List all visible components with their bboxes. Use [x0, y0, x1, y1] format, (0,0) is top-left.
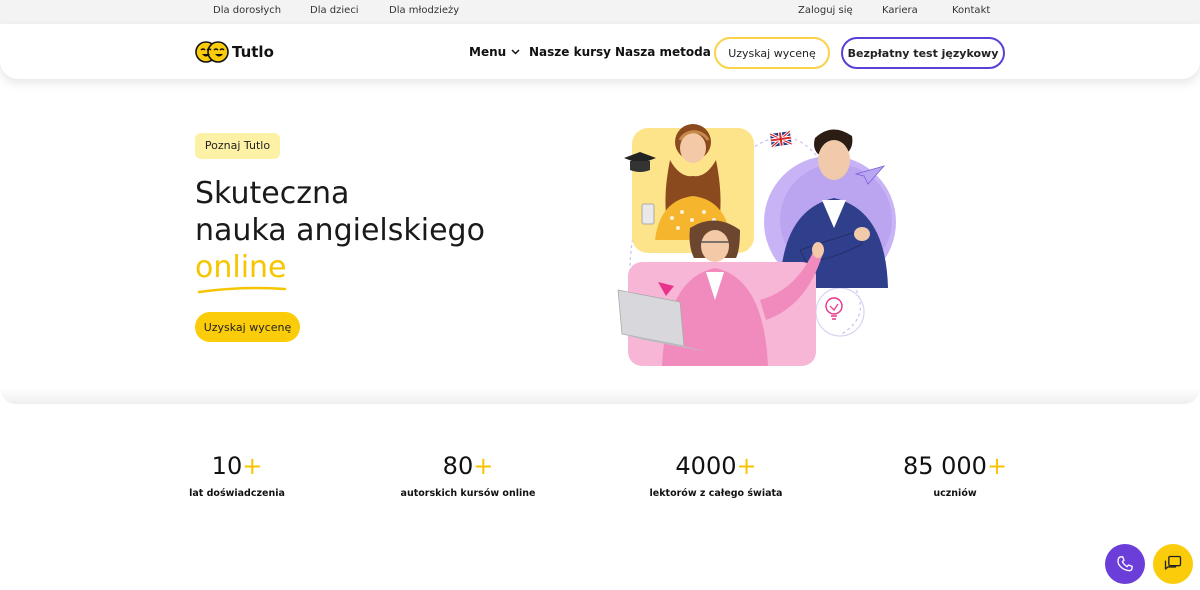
chevron-down-icon [511, 47, 520, 58]
chat-button[interactable] [1153, 544, 1193, 584]
chat-icon [1164, 555, 1182, 570]
get-quote-button[interactable]: Uzyskaj wycenę [714, 37, 830, 69]
hero-get-quote-button[interactable]: Uzyskaj wycenę [195, 312, 300, 342]
nav-menu[interactable]: Menu [469, 45, 520, 59]
logo[interactable]: Tutlo [195, 41, 274, 63]
hero-title-line2: nauka angielskiego [195, 213, 485, 248]
intro-badge: Poznaj Tutlo [195, 133, 280, 159]
nav-our-courses[interactable]: Nasze kursy [529, 45, 611, 59]
stat-label: uczniów [933, 488, 977, 499]
stat-courses: 80+ autorskich kursów online [378, 452, 558, 499]
stat-label: autorskich kursów online [400, 488, 536, 499]
logo-text: Tutlo [232, 43, 274, 61]
main-header: Tutlo Menu Nasze kursy Nasza metoda Uzys… [0, 24, 1200, 79]
highlight-underline [197, 286, 287, 294]
stat-label: lat doświadczenia [189, 488, 285, 499]
topbar-link-career[interactable]: Kariera [882, 5, 918, 16]
stat-value: 85 000+ [902, 452, 1008, 480]
nav-our-method[interactable]: Nasza metoda [615, 45, 711, 59]
stat-value: 4000+ [675, 452, 757, 480]
topbar-link-login[interactable]: Zaloguj się [798, 5, 853, 16]
topbar-link-contact[interactable]: Kontakt [952, 5, 990, 16]
topbar-link-teens[interactable]: Dla młodzieży [389, 5, 459, 16]
top-utility-bar: Dla dorosłych Dla dzieci Dla młodzieży Z… [0, 0, 1200, 24]
stat-teachers: 4000+ lektorów z całego świata [626, 452, 806, 499]
tutlo-faces-icon [195, 41, 229, 63]
nav-menu-label: Menu [469, 45, 507, 59]
free-language-test-button[interactable]: Bezpłatny test językowy [841, 37, 1005, 69]
hero-title-highlight: online [195, 250, 287, 285]
stat-value: 10+ [211, 452, 263, 480]
stat-experience: 10+ lat doświadczenia [147, 452, 327, 499]
stat-label: lektorów z całego świata [649, 488, 783, 499]
hero-title: Skuteczna nauka angielskiego online [195, 175, 555, 286]
hero-title-line1: Skuteczna [195, 176, 350, 211]
section-divider [0, 388, 1200, 404]
stat-value: 80+ [442, 452, 494, 480]
stat-students: 85 000+ uczniów [865, 452, 1045, 499]
phone-icon [1117, 556, 1133, 572]
topbar-link-kids[interactable]: Dla dzieci [310, 5, 359, 16]
phone-button[interactable] [1105, 544, 1145, 584]
hero-illustration [617, 124, 896, 366]
topbar-link-adults[interactable]: Dla dorosłych [213, 5, 281, 16]
